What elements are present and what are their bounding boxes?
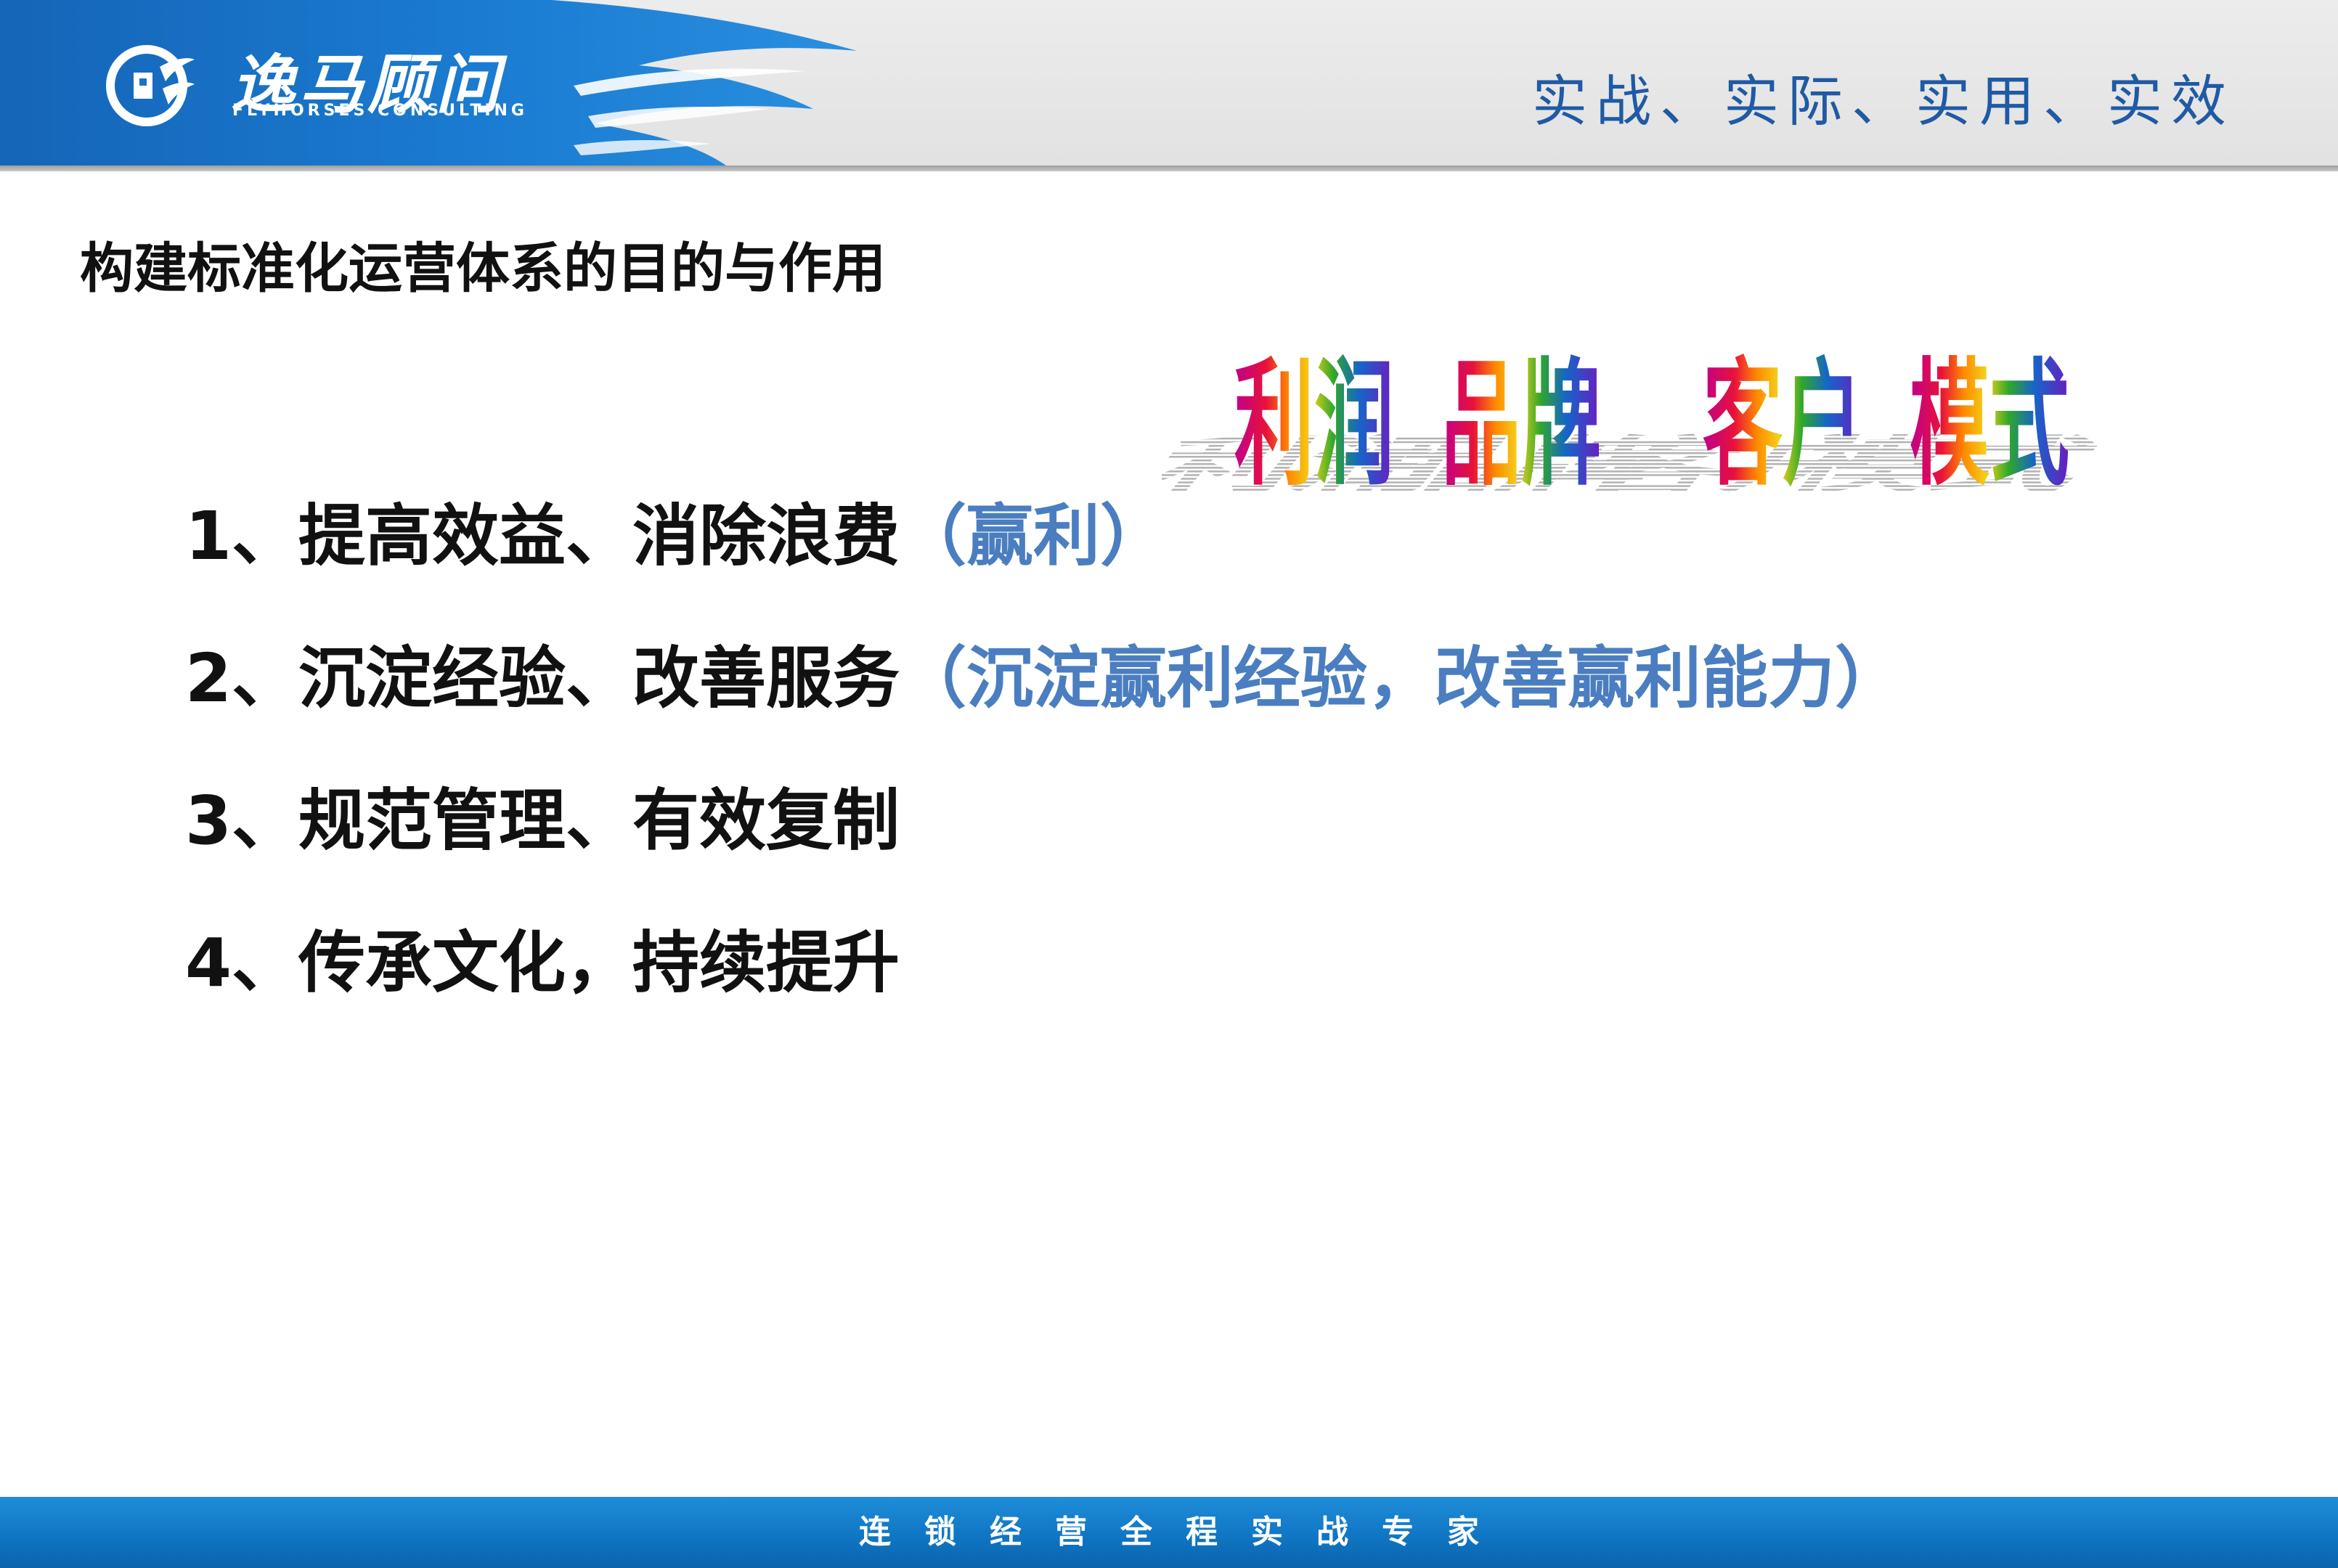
header-divider (0, 166, 2338, 171)
point-main-text: 4、传承文化，持续提升 (185, 924, 900, 1002)
wordart-word-profit: 利润 (1234, 348, 1394, 501)
header-bar: 逸马顾问 FLYHORSES CONSULTING 实战、实际、实用、实效 (0, 0, 2338, 166)
list-item: 2、沉淀经验、改善服务（沉淀赢利经验，改善赢利能力） (185, 636, 1902, 778)
list-item: 1、提高效益、消除浪费（赢利） (185, 494, 1902, 636)
brand-subtitle: FLYHORSES CONSULTING (232, 102, 528, 120)
footer-bar: 连锁经营全程实战专家 (0, 1497, 2338, 1568)
footer-tagline: 连锁经营全程实战专家 (859, 1514, 1512, 1551)
point-main-text: 1、提高效益、消除浪费 (185, 497, 900, 575)
header-slogan: 实战、实际、实用、实效 (1532, 69, 2235, 134)
wordart-word-brand: 品牌 (1441, 348, 1601, 501)
flyhorse-logo-icon (106, 45, 195, 126)
list-item: 3、规范管理、有效复制 (185, 778, 1902, 920)
point-main-text: 3、规范管理、有效复制 (185, 782, 900, 859)
slide: 逸马顾问 FLYHORSES CONSULTING 实战、实际、实用、实效 构建… (0, 0, 2338, 1568)
points-list: 1、提高效益、消除浪费（赢利） 2、沉淀经验、改善服务（沉淀赢利经验，改善赢利能… (185, 494, 1902, 1063)
list-item: 4、传承文化，持续提升 (185, 920, 1902, 1063)
wordart-word-model: 模式 (1910, 348, 2069, 501)
point-note: （赢利） (900, 497, 1168, 575)
wordart-word-customer: 客户 (1703, 348, 1862, 501)
point-note: （沉淀赢利经验，改善赢利能力） (900, 640, 1902, 717)
page-title: 构建标准化运营体系的目的与作用 (80, 237, 886, 300)
wordart-keywords: 利润 品牌 客户 模式 利润 品牌 客户 模式 (1162, 348, 2106, 501)
point-main-text: 2、沉淀经验、改善服务 (185, 640, 900, 717)
